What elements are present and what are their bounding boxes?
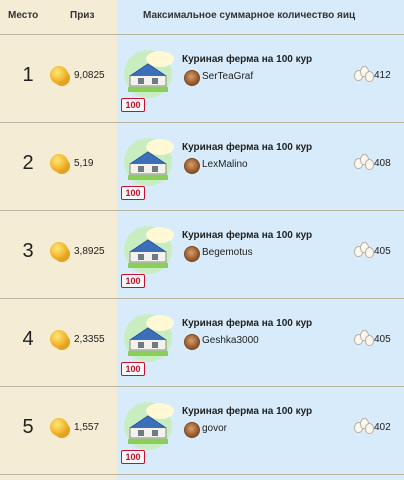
rank-number: 2 — [22, 152, 34, 174]
avatar-icon[interactable] — [184, 334, 200, 350]
coin-icon — [50, 66, 68, 84]
chicken-farm-icon[interactable] — [120, 132, 176, 190]
column-header-place: Место — [8, 10, 39, 21]
eggs-icon — [352, 329, 374, 346]
table-row: 1 9,0825 100 Куриная ферма на 100 кур Se… — [0, 34, 404, 122]
coin-icon — [50, 242, 68, 260]
farm-title[interactable]: Куриная ферма на 100 кур — [182, 406, 312, 417]
farm-level-badge: 100 — [121, 274, 145, 288]
farm-level-badge: 100 — [121, 450, 145, 464]
rank-number: 1 — [22, 64, 34, 86]
column-header-prize: Приз — [70, 10, 95, 21]
avatar-icon[interactable] — [184, 158, 200, 174]
avatar-icon[interactable] — [184, 70, 200, 86]
farm-level-badge: 100 — [121, 98, 145, 112]
rank-number: 4 — [22, 328, 34, 350]
table-row: 3 3,8925 100 Куриная ферма на 100 кур Be… — [0, 210, 404, 298]
prize-amount: 1,557 — [74, 422, 100, 433]
eggs-icon — [352, 241, 374, 258]
egg-count: 408 — [374, 158, 391, 169]
user-name[interactable]: govor — [202, 423, 227, 434]
column-header-max-eggs: Максимальное суммарное количество яиц — [143, 10, 356, 21]
avatar-icon[interactable] — [184, 422, 200, 438]
farm-title[interactable]: Куриная ферма на 100 кур — [182, 54, 312, 65]
user-name[interactable]: Begemotus — [202, 247, 253, 258]
prize-amount: 5,19 — [74, 158, 94, 169]
coin-icon — [50, 330, 68, 348]
user-name[interactable]: Geshka3000 — [202, 335, 259, 346]
prize-amount: 3,8925 — [74, 246, 105, 257]
eggs-icon — [352, 65, 374, 82]
farm-level-badge: 100 — [121, 362, 145, 376]
rank-number: 5 — [22, 416, 34, 438]
prize-amount: 9,0825 — [74, 70, 105, 81]
row-divider — [0, 474, 404, 475]
egg-count: 405 — [374, 246, 391, 257]
coin-icon — [50, 418, 68, 436]
egg-count: 402 — [374, 422, 391, 433]
user-name[interactable]: LexMalino — [202, 159, 248, 170]
farm-title[interactable]: Куриная ферма на 100 кур — [182, 318, 312, 329]
chicken-farm-icon[interactable] — [120, 308, 176, 366]
prize-amount: 2,3355 — [74, 334, 105, 345]
eggs-icon — [352, 417, 374, 434]
egg-count: 405 — [374, 334, 391, 345]
farm-level-badge: 100 — [121, 186, 145, 200]
table-row: 5 1,557 100 Куриная ферма на 100 кур gov… — [0, 386, 404, 474]
avatar-icon[interactable] — [184, 246, 200, 262]
rank-number: 3 — [22, 240, 34, 262]
chicken-farm-icon[interactable] — [120, 396, 176, 454]
user-name[interactable]: SerTeaGraf — [202, 71, 253, 82]
table-row: 4 2,3355 100 Куриная ферма на 100 кур Ge… — [0, 298, 404, 386]
table-header: Место Приз Максимальное суммарное количе… — [0, 0, 404, 34]
eggs-icon — [352, 153, 374, 170]
farm-title[interactable]: Куриная ферма на 100 кур — [182, 230, 312, 241]
leaderboard: Место Приз Максимальное суммарное количе… — [0, 0, 404, 480]
egg-count: 412 — [374, 70, 391, 81]
chicken-farm-icon[interactable] — [120, 220, 176, 278]
table-row: 2 5,19 100 Куриная ферма на 100 кур LexM… — [0, 122, 404, 210]
coin-icon — [50, 154, 68, 172]
chicken-farm-icon[interactable] — [120, 44, 176, 102]
farm-title[interactable]: Куриная ферма на 100 кур — [182, 142, 312, 153]
